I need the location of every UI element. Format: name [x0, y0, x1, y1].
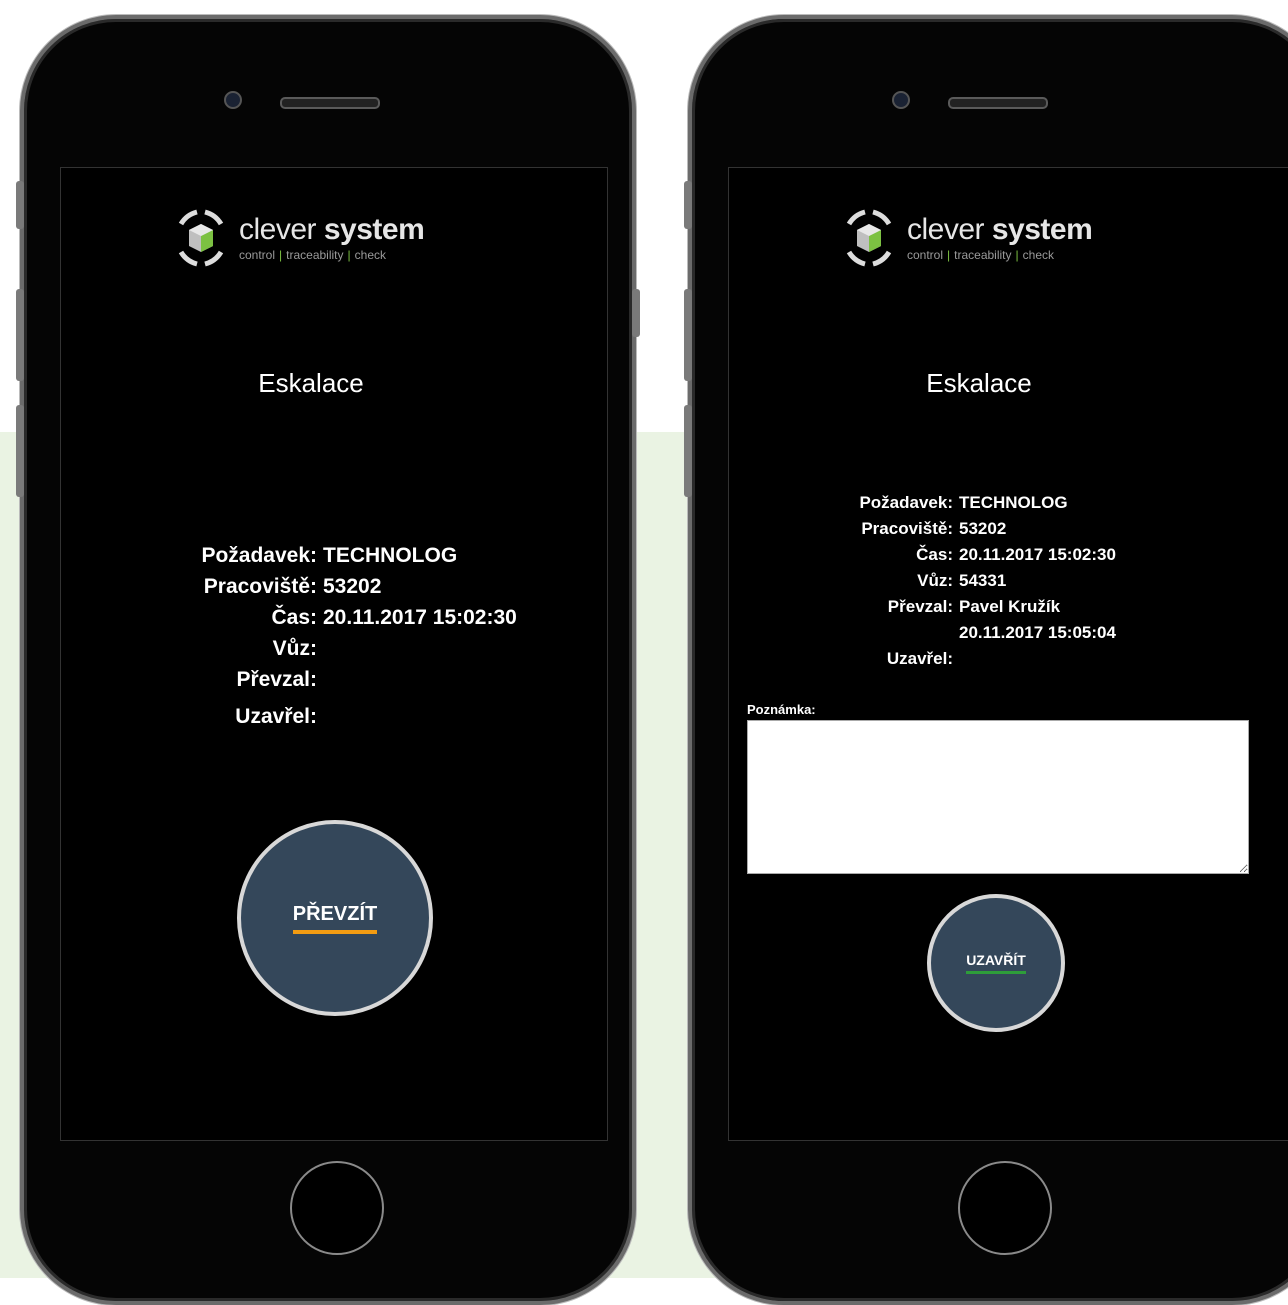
home-button[interactable] — [290, 1161, 384, 1255]
screen-right: clever system control | traceability | check… — [728, 167, 1288, 1141]
page-title: Eskalace — [258, 368, 364, 398]
mute-switch — [16, 181, 24, 229]
brand-tagline: control | traceability | check — [239, 247, 386, 262]
brand-tagline: control | traceability | check — [907, 247, 1054, 262]
field-row: Čas: 20.11.2017 15:02:30 — [916, 545, 1116, 564]
note-label: Poznámka: — [747, 702, 816, 717]
field-row: Požadavek: TECHNOLOG — [201, 544, 458, 567]
field-row: Požadavek: TECHNOLOG — [859, 493, 1068, 512]
page-title: Eskalace — [926, 368, 1032, 398]
brand-name: clever system — [907, 212, 1093, 246]
field-row: Uzavřel: — [886, 649, 953, 668]
volume-up-button — [16, 289, 24, 381]
field-row: Převzal: Pavel Kružík — [887, 597, 1061, 616]
brand-name: clever system — [239, 212, 425, 246]
field-row: Vůz: 54331 — [917, 571, 1007, 590]
brand-logo: clever system control | traceability | check — [169, 206, 425, 270]
volume-down-button — [16, 405, 24, 497]
field-row: Vůz: — [272, 637, 317, 660]
field-row: Pracoviště: 53202 — [203, 575, 382, 598]
volume-down-button — [684, 405, 692, 497]
camera-icon — [892, 91, 910, 109]
field-row: Uzavřel: — [235, 705, 317, 728]
close-escalation-button[interactable]: UZAVŘÍT — [927, 894, 1065, 1032]
field-row: Čas: 20.11.2017 15:02:30 — [271, 606, 517, 629]
speaker-grille — [280, 97, 380, 109]
cube-in-brackets-icon — [178, 209, 224, 267]
screen-left: clever system control | traceability | check… — [60, 167, 608, 1141]
mute-switch — [684, 181, 692, 229]
field-row: Převzal: — [236, 668, 317, 691]
take-over-button[interactable]: PŘEVZÍT — [237, 820, 433, 1016]
cube-in-brackets-icon — [846, 209, 892, 267]
phone-right: clever system control | traceability | check… — [684, 15, 1288, 1305]
volume-up-button — [684, 289, 692, 381]
field-row: 20.11.2017 15:05:04 — [959, 623, 1116, 642]
speaker-grille — [948, 97, 1048, 109]
escalation-details: Požadavek: TECHNOLOG Pracoviště: 53202 Čas… — [815, 490, 1116, 672]
note-textarea[interactable] — [747, 720, 1249, 874]
power-button — [632, 289, 640, 337]
close-escalation-button-label: UZAVŘÍT — [966, 952, 1026, 974]
field-row: Pracoviště: 53202 — [861, 519, 1007, 538]
brand-logo: clever system control | traceability | check — [837, 206, 1093, 270]
take-over-button-label: PŘEVZÍT — [292, 903, 378, 934]
phone-left: clever system control | traceability | check… — [16, 15, 640, 1305]
escalation-details: Požadavek: TECHNOLOG Pracoviště: 53202 Čas… — [171, 540, 517, 732]
camera-icon — [224, 91, 242, 109]
home-button[interactable] — [958, 1161, 1052, 1255]
